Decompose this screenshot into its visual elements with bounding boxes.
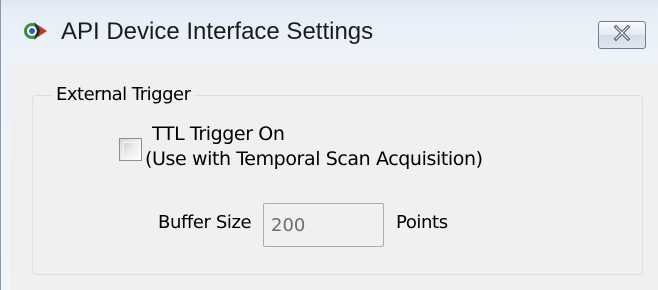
external-trigger-group [32,95,643,275]
external-trigger-group-label: External Trigger [52,84,195,105]
app-icon [23,20,49,42]
buffer-size-input[interactable] [263,203,384,247]
ttl-trigger-sublabel[interactable]: (Use with Temporal Scan Acquisition) [145,148,483,170]
dialog-window: API Device Interface Settings External T… [0,0,658,290]
ttl-trigger-checkbox[interactable] [119,138,142,161]
title-bar[interactable]: API Device Interface Settings [1,0,658,60]
close-icon [612,24,632,46]
close-button[interactable] [598,21,646,49]
buffer-size-units-label: Points [396,212,448,233]
window-title: API Device Interface Settings [61,18,374,45]
buffer-size-label: Buffer Size [158,212,252,233]
ttl-trigger-label[interactable]: TTL Trigger On [152,123,285,145]
